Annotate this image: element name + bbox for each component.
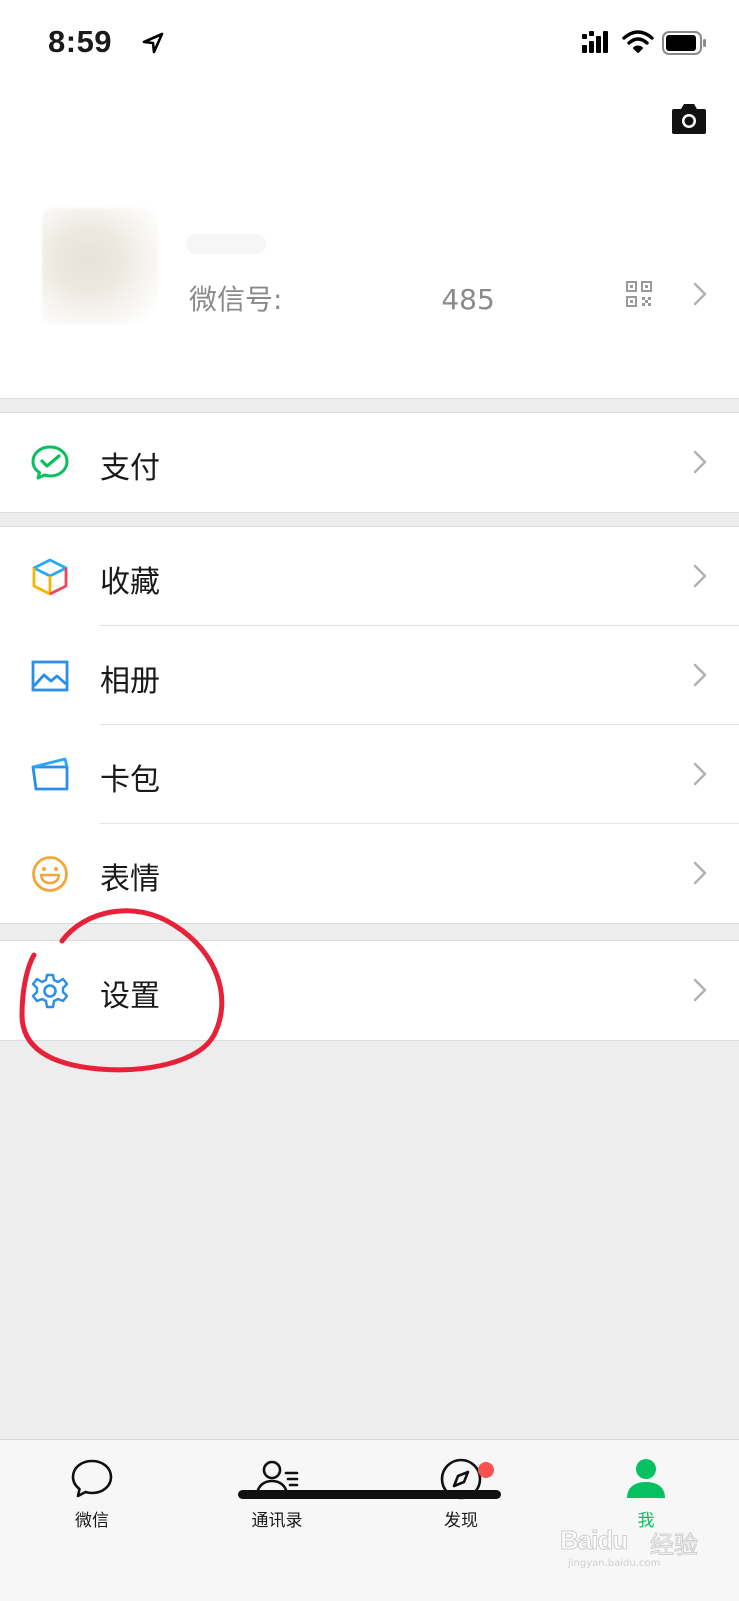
battery-icon	[662, 31, 706, 55]
wifi-icon	[622, 30, 654, 53]
chevron-right-icon	[693, 762, 707, 786]
smiley-face-icon	[32, 856, 68, 892]
watermark-brand: Baidu	[559, 1525, 628, 1556]
cellular-signal-icon	[582, 31, 608, 53]
camera-icon[interactable]	[670, 102, 708, 136]
favorites-cube-icon	[32, 558, 68, 596]
nickname-redacted	[186, 234, 266, 254]
status-time: 8:59	[48, 24, 113, 59]
menu-group-pay: 支付	[0, 412, 739, 513]
wechat-id-label: 微信号:	[189, 283, 292, 316]
tab-label-chats: 微信	[75, 1511, 109, 1531]
menu-item-cards[interactable]: 卡包	[0, 725, 739, 824]
chevron-right-icon	[693, 663, 707, 687]
menu-label-cards: 卡包	[100, 763, 160, 798]
card-wallet-icon	[31, 757, 69, 791]
menu-group-main: 收藏 相册 卡包 表情	[0, 526, 739, 924]
gear-icon	[31, 973, 69, 1009]
chevron-right-icon	[693, 282, 707, 306]
watermark: Baidu 经验 jingyan.baidu.com	[559, 1503, 720, 1570]
album-icon	[31, 660, 69, 692]
chevron-right-icon	[693, 861, 707, 885]
wechat-id-suffix: 485	[441, 283, 495, 316]
menu-label-album: 相册	[100, 664, 160, 699]
menu-label-stickers: 表情	[100, 862, 160, 897]
wechat-id: 微信号: 485	[189, 278, 495, 318]
qr-code-icon[interactable]	[626, 281, 652, 307]
avatar[interactable]	[42, 208, 158, 324]
chevron-right-icon	[693, 564, 707, 588]
chat-bubble-icon	[71, 1459, 113, 1498]
menu-item-album[interactable]: 相册	[0, 626, 739, 725]
menu-label-settings: 设置	[100, 979, 160, 1014]
location-arrow-icon	[142, 32, 164, 54]
watermark-url: jingyan.baidu.com	[568, 1558, 661, 1569]
notification-dot	[478, 1462, 494, 1478]
menu-item-stickers[interactable]: 表情	[0, 824, 739, 923]
profile-header[interactable]: 微信号: 485	[0, 88, 739, 399]
status-bar: 8:59	[0, 0, 739, 88]
watermark-cn: 经验	[650, 1531, 699, 1560]
menu-label-favorites: 收藏	[100, 565, 160, 600]
menu-label-pay: 支付	[100, 451, 160, 486]
tab-label-discover: 发现	[444, 1511, 478, 1531]
tab-chats[interactable]: 微信	[27, 1456, 157, 1536]
person-icon	[627, 1459, 665, 1498]
chevron-right-icon	[693, 978, 707, 1002]
tab-label-contacts: 通讯录	[251, 1511, 303, 1531]
menu-group-settings: 设置	[0, 940, 739, 1041]
pay-icon	[31, 445, 69, 480]
menu-item-favorites[interactable]: 收藏	[0, 527, 739, 626]
menu-item-pay[interactable]: 支付	[0, 413, 739, 512]
chevron-right-icon	[693, 450, 707, 474]
home-indicator[interactable]	[238, 1490, 501, 1499]
menu-item-settings[interactable]: 设置	[0, 941, 739, 1040]
